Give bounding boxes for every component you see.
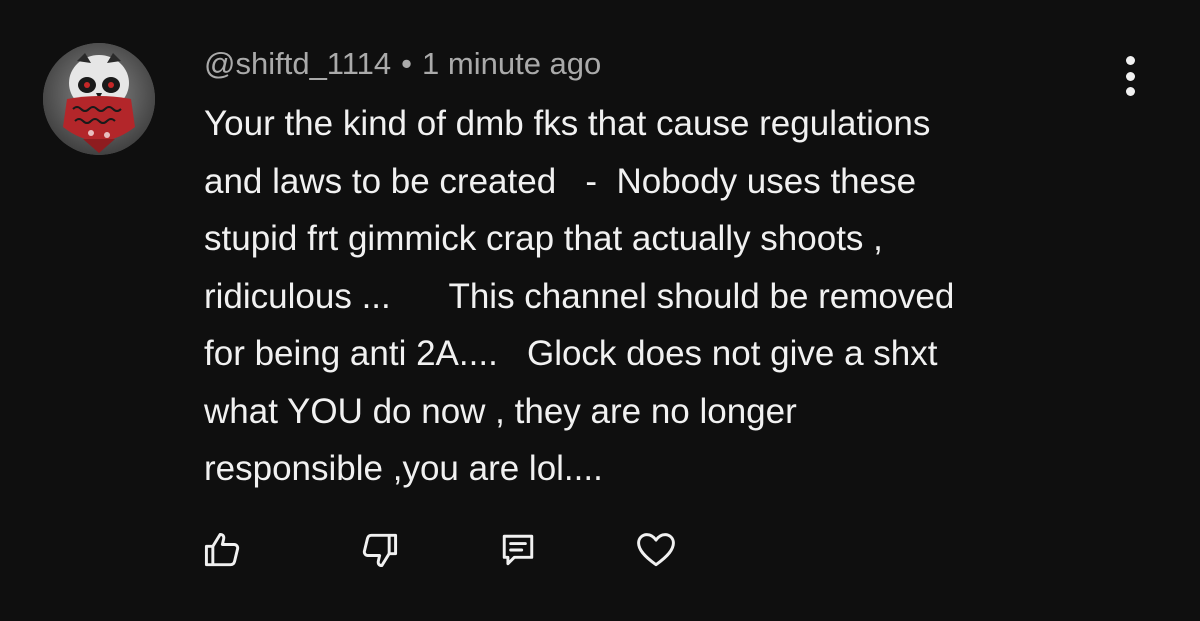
more-vertical-icon — [1125, 56, 1135, 65]
dislike-button[interactable] — [358, 528, 402, 572]
like-button[interactable] — [200, 528, 244, 572]
comment-line: what YOU do now , they are no longer — [204, 391, 797, 431]
heart-button[interactable] — [634, 528, 678, 572]
skull-avatar-icon — [43, 43, 155, 155]
comment-line: ridiculous ... This channel should be re… — [204, 276, 955, 316]
thumbs-down-icon — [362, 533, 398, 568]
comment-thread-item: @shiftd_1114 • 1 minute ago Your the kind … — [0, 0, 1200, 621]
meta-separator: • — [401, 46, 413, 81]
author-handle[interactable]: @shiftd_1114 — [204, 46, 391, 81]
more-dot — [1125, 71, 1135, 81]
more-dot — [1125, 87, 1135, 96]
thumbs-up-icon — [204, 532, 240, 567]
comment-line: Your the kind of dmb fks that cause regu… — [204, 104, 931, 143]
comment-header: @shiftd_1114 • 1 minute ago — [204, 44, 601, 84]
more-actions-button[interactable] — [1112, 52, 1148, 100]
comment-line: stupid frt gimmick crap that actually sh… — [204, 219, 883, 258]
reply-icon — [502, 534, 534, 566]
comment-line: and laws to be created - Nobody uses the… — [204, 161, 917, 201]
avatar[interactable] — [43, 43, 155, 155]
reply-button[interactable] — [496, 528, 540, 572]
comment-line: for being anti 2A.... Glock does not giv… — [204, 334, 938, 373]
comment-body: Your the kind of dmb fks that cause regu… — [204, 95, 1104, 498]
heart-icon — [637, 533, 675, 567]
comment-line: responsible ,you are lol.... — [204, 449, 603, 488]
comment-timestamp[interactable]: 1 minute ago — [422, 46, 601, 81]
